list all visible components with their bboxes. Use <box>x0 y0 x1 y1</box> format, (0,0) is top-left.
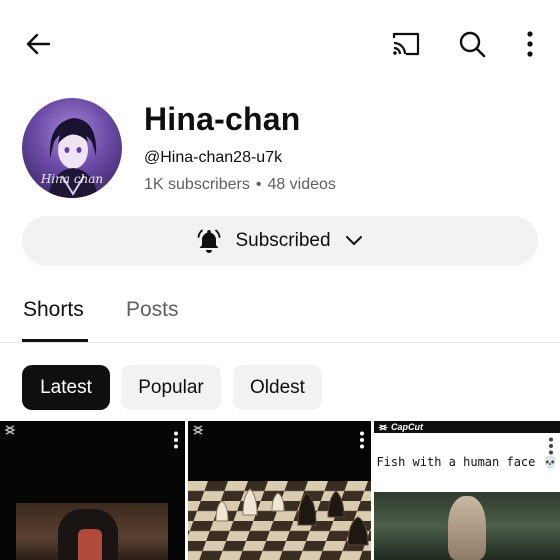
short-preview-image <box>374 492 560 560</box>
more-vertical-icon[interactable] <box>548 437 554 455</box>
arrow-left-icon <box>26 33 51 55</box>
tab-posts[interactable]: Posts <box>126 298 179 322</box>
tabs-divider <box>0 342 560 343</box>
subscribed-button[interactable]: Subscribed <box>22 216 538 266</box>
short-thumbnail[interactable] <box>188 421 371 560</box>
capcut-icon <box>4 425 16 435</box>
channel-stats: 1K subscribers • 48 videos <box>144 176 336 194</box>
stats-separator: • <box>255 176 262 193</box>
more-vertical-icon[interactable] <box>173 431 179 449</box>
channel-avatar[interactable]: Hina chan <box>22 98 122 198</box>
more-vertical-icon <box>527 31 533 57</box>
channel-name: Hina-chan <box>144 101 301 137</box>
capcut-icon <box>378 423 388 431</box>
subscriber-count: 1K subscribers <box>144 176 250 193</box>
bell-filled-icon <box>198 229 221 253</box>
short-thumbnail[interactable]: CapCut Fish with a human face 💀 <box>374 421 560 560</box>
short-caption: Fish with a human face 💀 <box>376 455 558 469</box>
avatar-signature: Hina chan <box>40 172 104 186</box>
channel-handle: @Hina-chan28-u7k <box>144 149 283 166</box>
cast-icon <box>392 32 420 56</box>
search-button[interactable] <box>452 24 492 64</box>
short-preview-image <box>16 503 168 560</box>
subscribed-label: Subscribed <box>235 230 331 251</box>
chess-board-preview <box>188 481 371 560</box>
short-thumbnail[interactable] <box>0 421 185 560</box>
more-vertical-icon[interactable] <box>359 431 365 449</box>
filter-chip-oldest[interactable]: Oldest <box>233 365 322 410</box>
video-count: 48 videos <box>267 176 336 193</box>
tab-shorts[interactable]: Shorts <box>23 298 84 322</box>
filter-chip-latest[interactable]: Latest <box>22 365 110 410</box>
more-options-button[interactable] <box>510 24 550 64</box>
chevron-down-icon <box>345 236 362 245</box>
capcut-icon <box>192 425 204 435</box>
capcut-brand-bar: CapCut <box>374 421 560 433</box>
cast-button[interactable] <box>386 24 426 64</box>
capcut-label: CapCut <box>391 422 423 432</box>
search-icon <box>459 31 486 58</box>
back-button[interactable] <box>18 24 58 64</box>
filter-chip-popular[interactable]: Popular <box>121 365 221 410</box>
